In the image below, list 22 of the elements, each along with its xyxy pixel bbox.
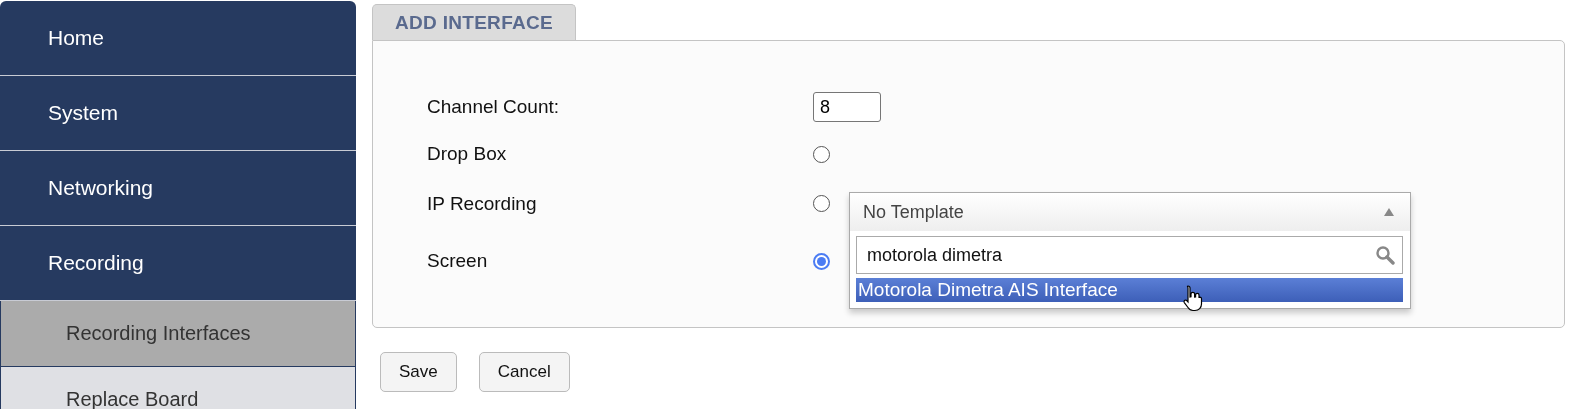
dropdown-value: No Template [863, 201, 964, 223]
sidebar-item[interactable]: Networking [0, 151, 356, 226]
tab[interactable]: ADD INTERFACE [372, 4, 576, 40]
field-label: IP Recording [427, 192, 538, 215]
field-label: Channel Count: [427, 96, 561, 118]
caret-up-icon [1384, 208, 1394, 216]
sidebar-item[interactable]: Home [0, 1, 356, 76]
save-button[interactable]: Save [380, 352, 457, 392]
hand-cursor-icon [1182, 284, 1204, 312]
radio-button[interactable] [813, 252, 830, 270]
sidebar-subitem[interactable]: Recording Interfaces [0, 301, 356, 367]
search-icon [1375, 245, 1395, 265]
cancel-button[interactable]: Cancel [478, 352, 570, 392]
radio-button[interactable] [813, 145, 830, 163]
channel-count-input[interactable]: 8 [813, 92, 881, 122]
field-label: Screen [427, 250, 489, 272]
sidebar-item[interactable]: System [0, 76, 356, 151]
field-label: Drop Box [427, 143, 508, 165]
template-dropdown[interactable]: No Template motorola dimetra Motorola Dimetra AIS Interface [849, 192, 1411, 309]
radio-button[interactable] [813, 195, 830, 212]
sidebar-item[interactable]: Recording [0, 226, 356, 301]
search-field[interactable]: motorola dimetra [856, 236, 1403, 274]
